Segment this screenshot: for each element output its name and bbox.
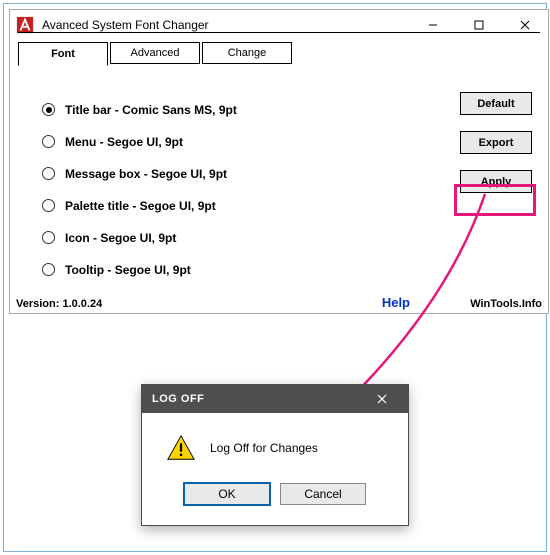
radio-icon [42, 199, 55, 212]
window-title: Avanced System Font Changer [40, 18, 410, 32]
maximize-button[interactable] [456, 10, 502, 40]
font-option-1[interactable]: Menu - Segoe UI, 9pt [42, 132, 237, 151]
outer-frame: Avanced System Font Changer FontAdvanced… [3, 3, 547, 552]
export-button[interactable]: Export [460, 131, 532, 154]
default-button[interactable]: Default [460, 92, 532, 115]
radio-label: Title bar - Comic Sans MS, 9pt [65, 103, 237, 117]
font-option-0[interactable]: Title bar - Comic Sans MS, 9pt [42, 100, 237, 119]
main-window: Avanced System Font Changer FontAdvanced… [9, 9, 549, 314]
warning-icon [166, 433, 196, 463]
radio-label: Icon - Segoe UI, 9pt [65, 231, 176, 245]
tab-change[interactable]: Change [202, 42, 292, 64]
version-label: Version: 1.0.0.24 [16, 298, 102, 310]
radio-label: Menu - Segoe UI, 9pt [65, 135, 183, 149]
tab-bar: FontAdvancedChange [18, 42, 540, 66]
font-option-3[interactable]: Palette title - Segoe UI, 9pt [42, 196, 237, 215]
app-icon [10, 10, 40, 40]
font-radio-group: Title bar - Comic Sans MS, 9pt Menu - Seg… [42, 100, 237, 292]
window-controls [410, 10, 548, 40]
tab-underline [18, 32, 540, 33]
dialog-title-bar: LOG OFF [142, 385, 408, 413]
font-option-5[interactable]: Tooltip - Segoe UI, 9pt [42, 260, 237, 279]
cancel-button[interactable]: Cancel [280, 483, 366, 505]
radio-icon [42, 263, 55, 276]
highlight-box [454, 184, 536, 216]
radio-label: Tooltip - Segoe UI, 9pt [65, 263, 191, 277]
dialog-close-button[interactable] [362, 385, 402, 413]
dialog-title: LOG OFF [152, 393, 204, 405]
radio-label: Message box - Segoe UI, 9pt [65, 167, 227, 181]
radio-icon [42, 135, 55, 148]
close-button[interactable] [502, 10, 548, 40]
brand-link[interactable]: WinTools.Info [470, 298, 542, 310]
side-buttons: Default Export Apply [460, 92, 532, 193]
radio-icon [42, 231, 55, 244]
footer: Version: 1.0.0.24 WinTools.Info [16, 298, 542, 310]
tab-advanced[interactable]: Advanced [110, 42, 200, 64]
radio-icon [42, 103, 55, 116]
dialog-body: Log Off for Changes [142, 413, 408, 477]
ok-button[interactable]: OK [184, 483, 270, 505]
dialog-message: Log Off for Changes [210, 441, 318, 455]
radio-icon [42, 167, 55, 180]
radio-label: Palette title - Segoe UI, 9pt [65, 199, 216, 213]
tab-font[interactable]: Font [18, 42, 108, 66]
font-option-4[interactable]: Icon - Segoe UI, 9pt [42, 228, 237, 247]
dialog-buttons: OK Cancel [142, 477, 408, 517]
title-bar: Avanced System Font Changer [10, 10, 548, 40]
minimize-button[interactable] [410, 10, 456, 40]
font-option-2[interactable]: Message box - Segoe UI, 9pt [42, 164, 237, 183]
logoff-dialog: LOG OFF Log Off for Changes OK Cancel [141, 384, 409, 526]
